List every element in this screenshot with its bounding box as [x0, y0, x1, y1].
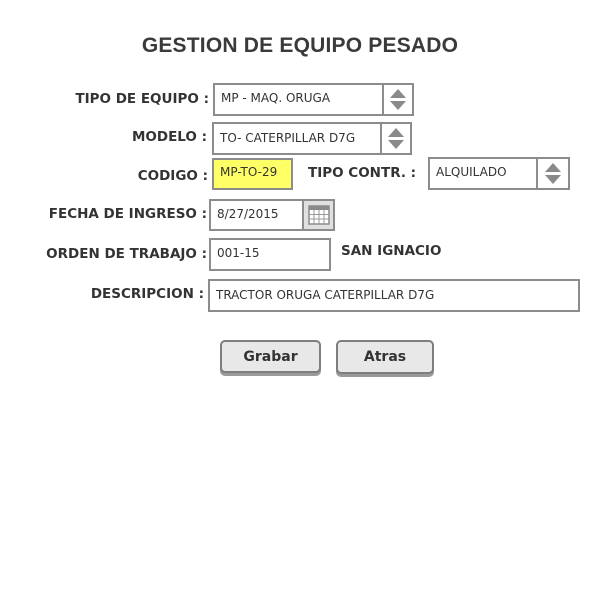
tipo-contr-spinner-icon[interactable]	[536, 159, 568, 188]
tipo-equipo-label: TIPO DE EQUIPO :	[75, 91, 209, 107]
descripcion-field[interactable]: TRACTOR ORUGA CATERPILLAR D7G	[208, 279, 580, 312]
grabar-button[interactable]: Grabar	[220, 340, 321, 373]
atras-button[interactable]: Atras	[336, 340, 434, 374]
tipo-equipo-spinner-icon[interactable]	[382, 85, 412, 114]
fecha-ingreso-value: 8/27/2015	[217, 207, 279, 221]
orden-trabajo-label: ORDEN DE TRABAJO :	[46, 246, 207, 262]
codigo-label: CODIGO :	[137, 168, 208, 184]
modelo-value: TO- CATERPILLAR D7G	[220, 130, 356, 145]
calendar-icon[interactable]	[302, 201, 333, 229]
tipo-contr-select[interactable]: ALQUILADO	[428, 157, 570, 190]
tipo-equipo-value: MP - MAQ. ORUGA	[221, 90, 331, 105]
modelo-label: MODELO :	[131, 129, 207, 145]
page-title: GESTION DE EQUIPO PESADO	[141, 34, 459, 57]
descripcion-label: DESCRIPCION :	[90, 286, 204, 302]
location-text: SAN IGNACIO	[341, 243, 442, 259]
orden-trabajo-field[interactable]: 001-15	[209, 238, 331, 271]
fecha-ingreso-field[interactable]: 8/27/2015	[209, 199, 335, 231]
fecha-ingreso-label: FECHA DE INGRESO :	[48, 206, 207, 222]
tipo-equipo-select[interactable]: MP - MAQ. ORUGA	[213, 83, 414, 116]
tipo-contr-value: ALQUILADO	[436, 165, 507, 179]
modelo-spinner-icon[interactable]	[380, 124, 410, 153]
codigo-field[interactable]: MP-TO-29	[212, 158, 293, 190]
modelo-select[interactable]: TO- CATERPILLAR D7G	[212, 122, 412, 155]
tipo-contr-label: TIPO CONTR. :	[308, 165, 417, 181]
